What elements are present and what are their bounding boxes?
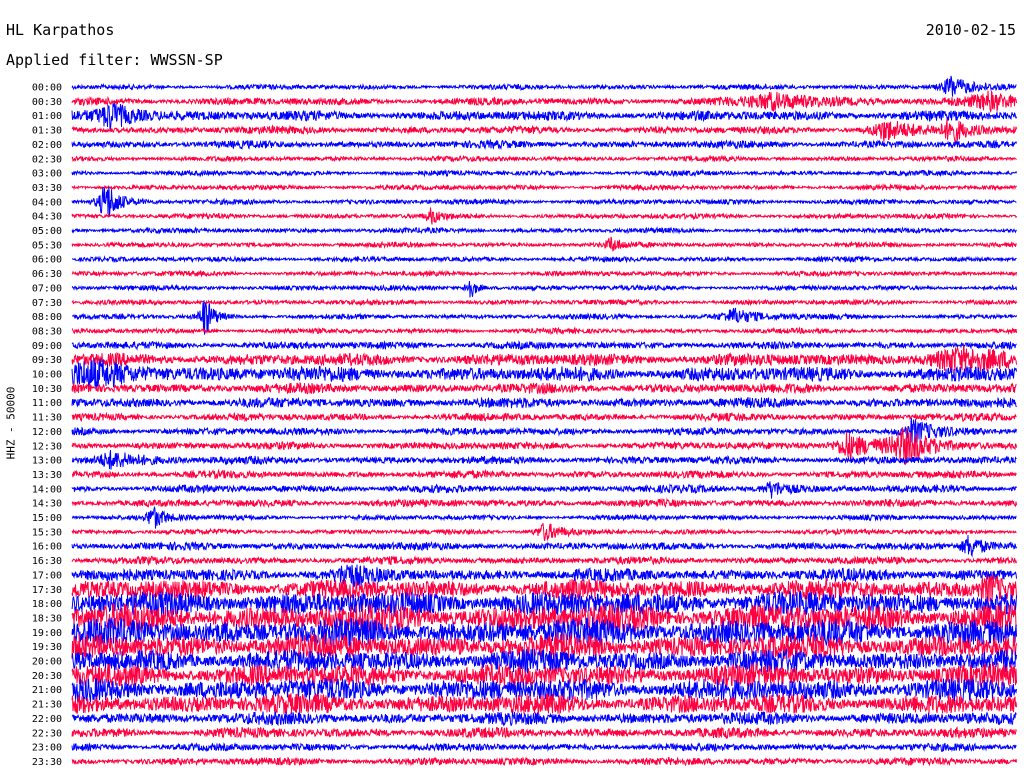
row-label: 05:00 (32, 226, 62, 237)
trace-row-1500 (71, 506, 1017, 529)
row-label: 18:30 (32, 613, 62, 624)
trace-group (71, 75, 1017, 767)
row-label: 04:00 (32, 197, 62, 208)
trace-row-0430 (71, 207, 1017, 225)
row-label-group: 00:00 00:30 01:00 01:30 02:00 02:30 03:00 03:30… (32, 83, 62, 768)
row-label: 20:00 (32, 657, 62, 668)
row-label: 10:00 (32, 370, 62, 381)
row-label: 07:30 (32, 298, 62, 309)
row-label: 11:00 (32, 398, 62, 409)
trace-row-1000 (71, 358, 1017, 392)
trace-row-1630 (71, 555, 1017, 566)
row-label: 08:30 (32, 326, 62, 337)
trace-row-2300 (71, 741, 1017, 753)
trace-row-1430 (71, 497, 1017, 509)
row-label: 17:30 (32, 585, 62, 596)
trace-row-0200 (71, 138, 1017, 151)
row-label: 03:30 (32, 183, 62, 194)
row-label: 13:00 (32, 456, 62, 467)
row-label: 02:30 (32, 154, 62, 165)
trace-row-2200 (71, 710, 1017, 727)
row-label: 23:00 (32, 743, 62, 754)
row-label: 23:30 (32, 757, 62, 768)
row-label: 09:30 (32, 355, 62, 366)
trace-row-0300 (71, 168, 1017, 178)
row-label: 17:00 (32, 570, 62, 581)
trace-row-1130 (71, 411, 1017, 423)
row-label: 22:30 (32, 728, 62, 739)
trace-row-0000 (71, 75, 1017, 97)
row-label: 21:00 (32, 685, 62, 696)
row-label: 06:30 (32, 269, 62, 280)
row-label: 03:00 (32, 169, 62, 180)
trace-row-1530 (71, 523, 1017, 542)
trace-row-2330 (71, 756, 1017, 767)
trace-row-1330 (71, 468, 1017, 480)
row-label: 11:30 (32, 413, 62, 424)
trace-row-0600 (72, 255, 1017, 264)
trace-row-0100 (71, 102, 1017, 132)
trace-row-1030 (71, 381, 1017, 396)
row-label: 21:30 (32, 700, 62, 711)
trace-row-0330 (71, 183, 1017, 193)
trace-row-0630 (71, 269, 1017, 278)
row-label: 14:30 (32, 499, 62, 510)
row-label: 10:30 (32, 384, 62, 395)
row-label: 00:00 (32, 83, 62, 94)
row-label: 15:00 (32, 513, 62, 524)
row-label: 07:00 (32, 283, 62, 294)
trace-row-2230 (71, 725, 1017, 740)
trace-row-0400 (71, 187, 1017, 217)
row-label: 05:30 (32, 240, 62, 251)
trace-row-0700 (71, 280, 1017, 298)
trace-row-0830 (71, 326, 1017, 336)
row-label: 06:00 (32, 255, 62, 266)
trace-row-0800 (72, 300, 1017, 335)
trace-row-0130 (71, 119, 1017, 144)
seismogram-plot: 00:00 00:30 01:00 01:30 02:00 02:30 03:00 03:30… (32, 75, 1017, 768)
row-label: 00:30 (32, 97, 62, 108)
row-label: 13:30 (32, 470, 62, 481)
row-label: 18:00 (32, 599, 62, 610)
trace-row-1400 (71, 481, 1017, 499)
row-label: 02:00 (32, 140, 62, 151)
trace-row-2000 (71, 647, 1017, 674)
row-label: 22:00 (32, 714, 62, 725)
row-label: 14:00 (32, 484, 62, 495)
trace-row-0730 (71, 297, 1017, 307)
trace-row-0030 (71, 89, 1017, 113)
trace-row-0530 (71, 236, 1017, 252)
trace-row-1300 (71, 450, 1017, 470)
row-label: 19:00 (32, 628, 62, 639)
row-label: 20:30 (32, 671, 62, 682)
row-label: 16:00 (32, 542, 62, 553)
row-label: 12:00 (32, 427, 62, 438)
row-label: 12:30 (32, 441, 62, 452)
trace-row-0230 (71, 154, 1017, 163)
trace-row-0900 (71, 340, 1017, 351)
row-label: 01:30 (32, 126, 62, 137)
trace-row-0930 (71, 345, 1017, 373)
trace-row-0500 (71, 226, 1017, 235)
trace-row-2130 (71, 692, 1017, 715)
row-label: 19:30 (32, 642, 62, 653)
row-label: 08:00 (32, 312, 62, 323)
row-label: 16:30 (32, 556, 62, 567)
row-label: 04:30 (32, 212, 62, 223)
row-label: 15:30 (32, 527, 62, 538)
trace-row-1100 (71, 396, 1017, 409)
row-label: 01:00 (32, 111, 62, 122)
trace-row-1200 (71, 418, 1017, 444)
row-label: 09:00 (32, 341, 62, 352)
